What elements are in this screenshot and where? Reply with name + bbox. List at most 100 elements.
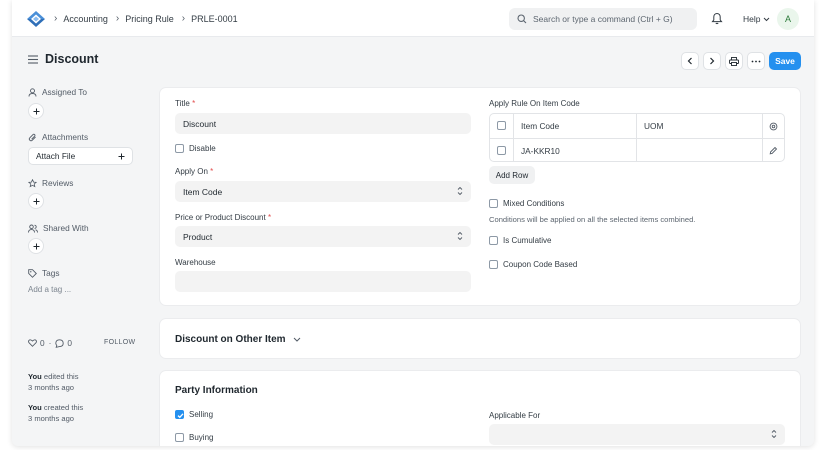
is-cumulative-label: Is Cumulative [503, 236, 552, 245]
previous-button[interactable] [681, 52, 699, 70]
title-input[interactable]: Discount [175, 113, 471, 134]
price-or-product-select[interactable]: Product [175, 226, 471, 247]
app-window: › Accounting › Pricing Rule › PRLE-0001 … [12, 0, 814, 446]
check-icon [177, 413, 184, 419]
grid-header-row: Item Code UOM [490, 114, 784, 138]
select-updown-icon [457, 231, 463, 241]
bell-icon[interactable] [711, 12, 723, 25]
is-cumulative-checkbox[interactable] [489, 236, 498, 245]
attach-file-button[interactable]: Attach File [28, 147, 133, 165]
printer-icon [729, 56, 739, 66]
activity-item: You edited this 3 months ago [28, 372, 79, 392]
coupon-code-based-label: Coupon Code Based [503, 260, 578, 269]
app-logo-icon[interactable] [25, 9, 47, 29]
party-information-section: Party Information Selling Buying Applica… [159, 370, 801, 446]
settings-icon[interactable] [769, 122, 778, 131]
search-bar[interactable]: Search or type a command (Ctrl + G) [509, 8, 697, 30]
add-share-button[interactable] [28, 238, 44, 254]
next-button[interactable] [703, 52, 721, 70]
search-icon [517, 14, 527, 24]
heart-icon[interactable] [28, 339, 37, 347]
menu-icon[interactable] [28, 55, 38, 64]
add-tag-link[interactable]: Add a tag ... [28, 285, 71, 294]
print-button[interactable] [725, 52, 743, 70]
breadcrumb-accounting[interactable]: Accounting [63, 14, 108, 24]
reviews-heading: Reviews [28, 178, 73, 188]
help-menu[interactable]: Help [743, 14, 770, 24]
grid-column-header: UOM [644, 121, 664, 131]
selling-checkbox[interactable] [175, 410, 184, 419]
breadcrumb: › Accounting › Pricing Rule › PRLE-0001 [54, 13, 246, 24]
search-placeholder: Search or type a command (Ctrl + G) [533, 14, 673, 24]
user-icon [28, 87, 37, 97]
buying-checkbox[interactable] [175, 433, 184, 442]
main-form-card: Title * Discount Disable Apply On * Item… [159, 87, 801, 306]
item-code-grid: Item Code UOM JA-KKR10 [489, 113, 785, 162]
item-code-cell[interactable]: JA-KKR10 [521, 146, 560, 156]
tag-icon [28, 268, 37, 278]
more-options-button[interactable] [747, 52, 765, 70]
mixed-conditions-checkbox[interactable] [489, 199, 498, 208]
apply-on-select[interactable]: Item Code [175, 181, 471, 202]
price-or-product-label: Price or Product Discount * [175, 213, 272, 222]
edit-icon[interactable] [769, 146, 778, 155]
likes-comments: 0 · 0 [28, 338, 72, 348]
plus-icon [118, 153, 125, 159]
separator-dot: · [48, 338, 52, 348]
section-title: Discount on Other Item [175, 334, 301, 345]
paperclip-icon [28, 133, 36, 141]
avatar[interactable]: A [777, 8, 799, 30]
section-title: Party Information [175, 385, 258, 396]
coupon-code-based-checkbox[interactable] [489, 260, 498, 269]
chevron-left-icon [687, 57, 692, 65]
comment-icon[interactable] [55, 338, 65, 348]
breadcrumb-pricing-rule[interactable]: Pricing Rule [125, 14, 174, 24]
page-head: Discount Save [12, 38, 814, 84]
mixed-conditions-label: Mixed Conditions [503, 199, 565, 208]
more-horizontal-icon [751, 60, 761, 62]
chevron-down-icon [764, 17, 770, 21]
attachments-heading: Attachments [28, 132, 88, 142]
chevron-down-icon [293, 337, 300, 342]
assigned-to-heading: Assigned To [28, 87, 87, 97]
page-title: Discount [45, 52, 99, 66]
chevron-right-icon [710, 57, 715, 65]
navbar: › Accounting › Pricing Rule › PRLE-0001 … [12, 0, 814, 37]
chevron-right-icon: › [54, 13, 58, 24]
follow-button[interactable]: FOLLOW [104, 339, 135, 346]
applicable-for-label: Applicable For [489, 411, 541, 420]
select-updown-icon [771, 429, 777, 439]
form-sidebar: Assigned To Attachments Attach File Revi… [12, 84, 152, 446]
plus-icon [33, 198, 39, 204]
table-row[interactable]: JA-KKR10 [490, 138, 784, 161]
select-all-checkbox[interactable] [497, 121, 506, 130]
breadcrumb-current[interactable]: PRLE-0001 [191, 14, 238, 24]
chevron-right-icon: › [115, 13, 120, 24]
warehouse-input[interactable] [175, 271, 471, 292]
activity-item: You created this 3 months ago [28, 403, 84, 423]
add-review-button[interactable] [28, 193, 44, 209]
add-assignee-button[interactable] [28, 103, 44, 119]
add-row-button[interactable]: Add Row [489, 166, 535, 184]
users-icon [28, 224, 38, 233]
select-updown-icon [457, 186, 463, 196]
warehouse-label: Warehouse [175, 258, 216, 267]
buying-label: Buying [189, 433, 214, 442]
row-checkbox[interactable] [497, 146, 506, 155]
mixed-conditions-hint: Conditions will be applied on all the se… [489, 215, 696, 224]
plus-icon [33, 243, 39, 249]
comments-count: 0 [67, 338, 73, 348]
applicable-for-select[interactable] [489, 424, 785, 445]
disable-checkbox[interactable] [175, 144, 184, 153]
shared-with-heading: Shared With [28, 223, 89, 233]
title-label: Title * [175, 99, 196, 108]
discount-other-item-section[interactable]: Discount on Other Item [159, 318, 801, 359]
selling-label: Selling [189, 410, 214, 419]
disable-label: Disable [189, 144, 216, 153]
help-label: Help [743, 14, 761, 24]
likes-count: 0 [40, 338, 45, 348]
grid-column-header: Item Code [521, 121, 560, 131]
tags-heading: Tags [28, 268, 60, 278]
save-button[interactable]: Save [769, 52, 801, 70]
star-icon [28, 178, 37, 187]
